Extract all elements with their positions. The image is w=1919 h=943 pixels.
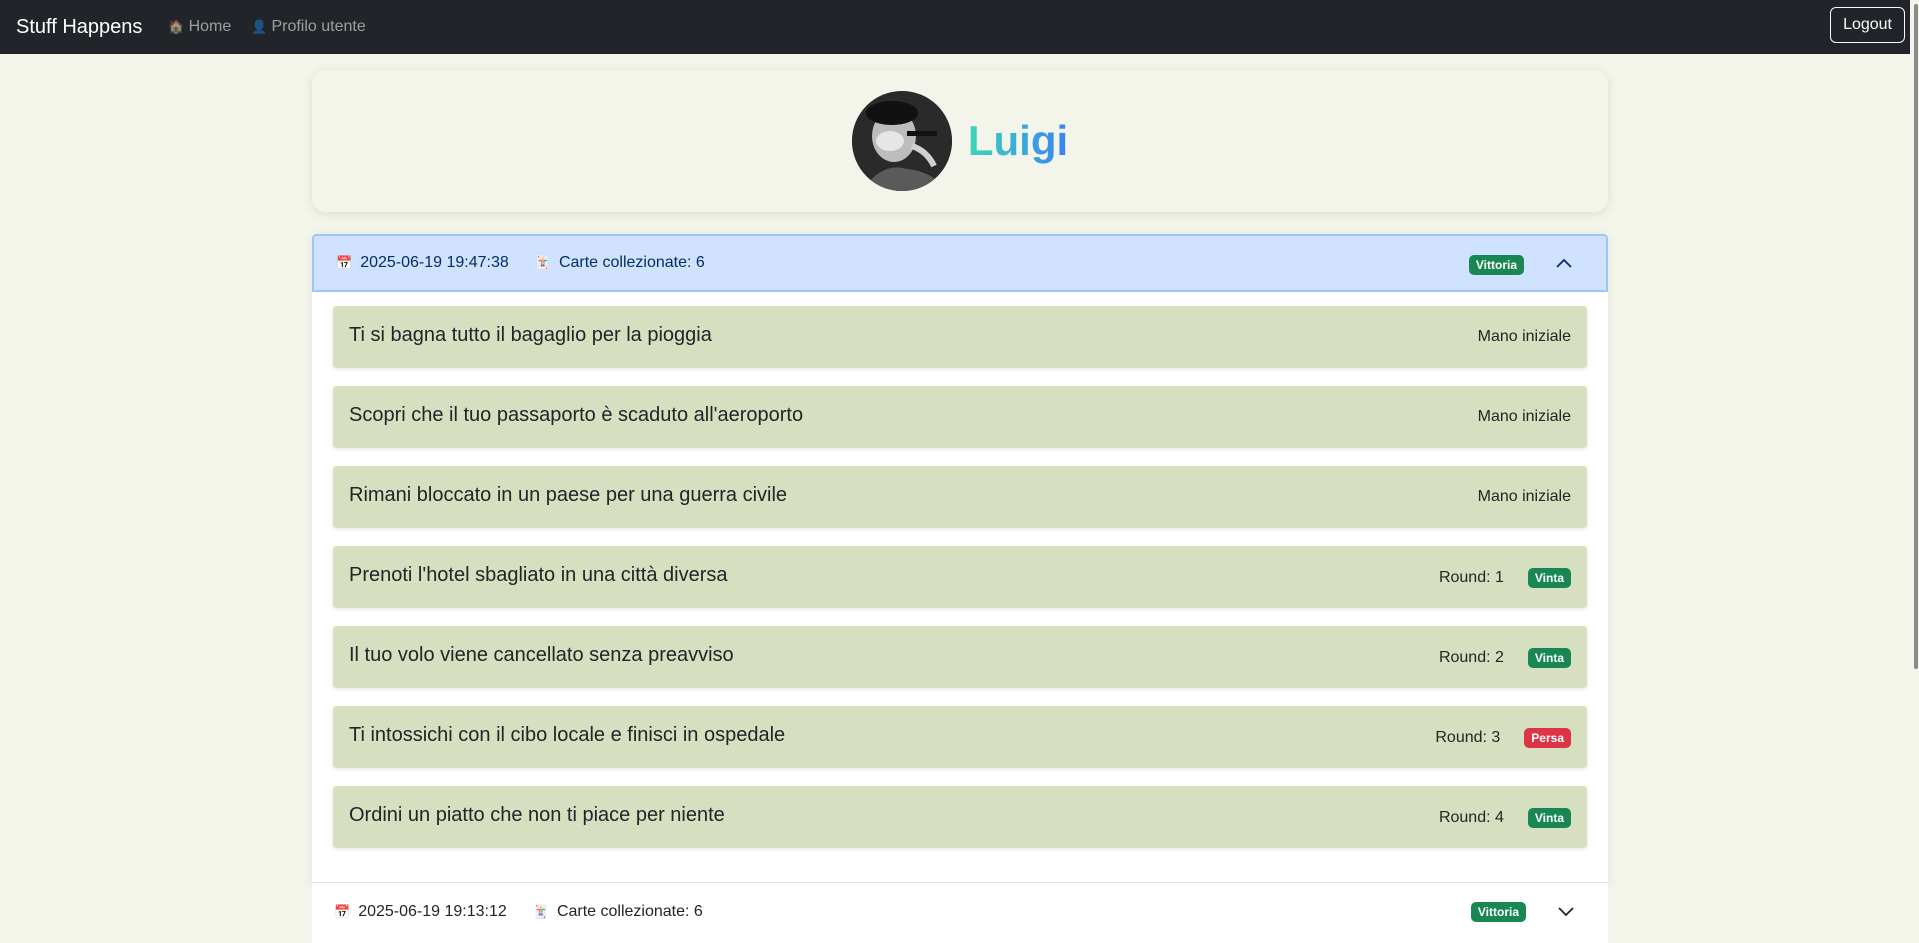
status-badge: Vittoria — [1470, 902, 1526, 922]
status-badge: Vittoria — [1468, 255, 1524, 275]
card-title: Ti intossichi con il cibo locale e finis… — [349, 724, 786, 746]
game-panel: 📅 2025-06-19 19:13:12 🃏 Carte colleziona… — [312, 882, 1608, 943]
username: Luigi — [967, 117, 1069, 164]
card-meta-group: Round: 3 Persa — [1435, 728, 1571, 748]
card-meta-group: Mano iniziale — [1478, 488, 1571, 506]
nav-home-label: Home — [188, 18, 232, 35]
avatar — [851, 91, 952, 191]
card-meta: Round: 3 — [1435, 729, 1501, 746]
house-icon: 🏠 — [168, 19, 185, 34]
game-cards-text: Carte collezionate: 6 — [556, 903, 703, 920]
calendar-icon: 📅 — [336, 255, 353, 270]
game-date-text: 2025-06-19 19:13:12 — [358, 903, 507, 920]
card-title: Ordini un piatto che non ti piace per ni… — [349, 804, 725, 826]
avatar-image — [851, 91, 952, 191]
list-item: Scopri che il tuo passaporto è scaduto a… — [333, 386, 1587, 448]
list-item: Ordini un piatto che non ti piace per ni… — [333, 786, 1587, 848]
brand[interactable]: Stuff Happens — [16, 16, 142, 39]
game-date: 📅 2025-06-19 19:47:38 — [336, 254, 509, 272]
nav-profile-label: Profilo utente — [271, 18, 366, 35]
card-title: Ti si bagna tutto il bagaglio per la pio… — [349, 324, 712, 346]
list-item: Rimani bloccato in un paese per una guer… — [333, 466, 1587, 528]
calendar-icon: 📅 — [334, 904, 351, 919]
game-date-text: 2025-06-19 19:47:38 — [360, 254, 509, 271]
list-item: Il tuo volo viene cancellato senza preav… — [333, 626, 1587, 688]
card-meta: Round: 2 — [1438, 649, 1504, 666]
game-cards-count: 🃏 Carte collezionate: 6 — [535, 254, 705, 272]
game-header[interactable]: 📅 2025-06-19 19:13:12 🃏 Carte colleziona… — [312, 883, 1608, 941]
card-meta-group: Mano iniziale — [1478, 328, 1571, 346]
card-title: Prenoti l'hotel sbagliato in una città d… — [349, 564, 728, 586]
card-meta-group: Round: 1 Vinta — [1439, 568, 1571, 588]
list-item: Prenoti l'hotel sbagliato in una città d… — [333, 546, 1587, 608]
card-title: Il tuo volo viene cancellato senza preav… — [349, 644, 734, 666]
status-badge: Persa — [1524, 728, 1571, 748]
scrollbar[interactable] — [1910, 0, 1919, 915]
scrollbar-thumb[interactable] — [1914, 4, 1918, 669]
cards-icon: 🃏 — [532, 904, 549, 919]
card-meta-group: Mano iniziale — [1478, 408, 1571, 426]
list-item: Ti si bagna tutto il bagaglio per la pio… — [333, 306, 1587, 368]
status-badge: Vinta — [1527, 808, 1571, 828]
game-panel: 📅 2025-06-19 19:47:38 🃏 Carte colleziona… — [312, 234, 1608, 884]
card-meta: Round: 4 — [1438, 809, 1504, 826]
nav-profile[interactable]: 👤 Profilo utente — [251, 18, 365, 36]
user-icon: 👤 — [251, 19, 268, 34]
chevron-up-icon[interactable] — [1554, 254, 1574, 274]
card-meta: Mano iniziale — [1477, 328, 1571, 345]
card-meta: Round: 1 — [1438, 569, 1504, 586]
game-header[interactable]: 📅 2025-06-19 19:47:38 🃏 Carte colleziona… — [312, 234, 1608, 292]
navbar: Stuff Happens 🏠 Home 👤 Profilo utente Lo… — [0, 0, 1919, 54]
game-cards-count: 🃏 Carte collezionate: 6 — [533, 903, 703, 921]
list-item: Ti intossichi con il cibo locale e finis… — [333, 706, 1587, 768]
profile-card: Luigi — [312, 70, 1608, 212]
cards-icon: 🃏 — [534, 255, 551, 270]
logout-button[interactable]: Logout — [1830, 7, 1905, 43]
card-meta: Mano iniziale — [1477, 488, 1571, 505]
card-meta-group: Round: 2 Vinta — [1439, 648, 1571, 668]
status-badge: Vinta — [1527, 648, 1571, 668]
card-title: Rimani bloccato in un paese per una guer… — [349, 484, 788, 506]
card-meta-group: Round: 4 Vinta — [1439, 808, 1571, 828]
card-meta: Mano iniziale — [1477, 408, 1571, 425]
status-badge: Vinta — [1527, 568, 1571, 588]
card-title: Scopri che il tuo passaporto è scaduto a… — [349, 404, 804, 426]
game-date: 📅 2025-06-19 19:13:12 — [334, 903, 507, 921]
chevron-down-icon[interactable] — [1556, 901, 1576, 921]
nav-home[interactable]: 🏠 Home — [168, 18, 231, 36]
game-cards-text: Carte collezionate: 6 — [558, 254, 705, 271]
